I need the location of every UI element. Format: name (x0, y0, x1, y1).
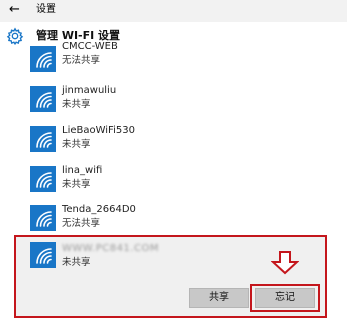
forget-button[interactable]: 忘记 (255, 288, 315, 308)
network-name: jinmawuliu (62, 85, 117, 96)
wifi-icon (30, 242, 56, 268)
network-name: CMCC-WEB (62, 41, 118, 52)
list-item[interactable]: LieBaoWiFi530 未共享 (0, 122, 347, 162)
network-name: lina_wifi (62, 165, 103, 176)
network-status: 未共享 (62, 139, 91, 150)
window-title: 设置 (36, 4, 56, 15)
list-item[interactable]: CMCC-WEB 无法共享 (0, 41, 347, 82)
wifi-icon (30, 86, 56, 112)
title-bar: ← 设置 (0, 0, 347, 22)
network-name: WWW.PC841.COM (62, 243, 159, 254)
network-status: 未共享 (62, 99, 91, 110)
network-name: Tenda_2664D0 (62, 204, 136, 215)
share-button[interactable]: 共享 (189, 288, 249, 308)
wifi-icon (30, 126, 56, 152)
network-status: 无法共享 (62, 55, 101, 66)
back-arrow-icon[interactable]: ← (9, 2, 20, 18)
arrow-down-icon (271, 251, 299, 275)
wifi-icon (30, 205, 56, 231)
network-status: 无法共享 (62, 218, 101, 229)
network-status: 未共享 (62, 257, 91, 268)
wifi-icon (30, 166, 56, 192)
network-status: 未共享 (62, 179, 91, 190)
wifi-icon (30, 46, 56, 72)
list-item[interactable]: jinmawuliu 未共享 (0, 82, 347, 122)
network-name: LieBaoWiFi530 (62, 125, 135, 136)
list-item[interactable]: lina_wifi 未共享 (0, 162, 347, 202)
